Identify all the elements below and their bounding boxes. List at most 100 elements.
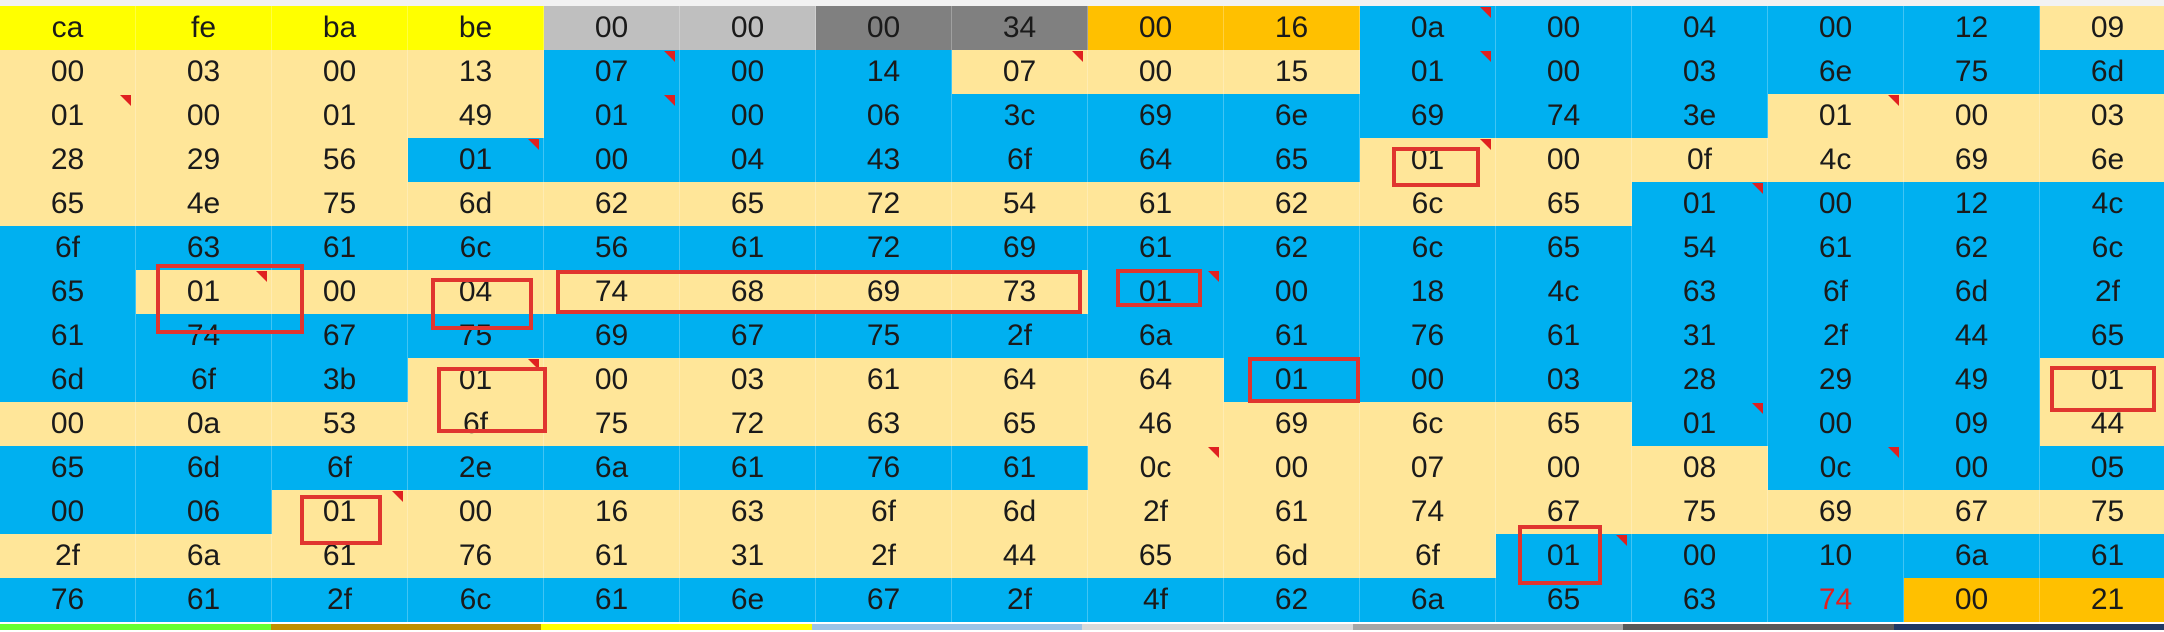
hex-cell[interactable]: 00	[1768, 182, 1904, 226]
hex-cell[interactable]: 28	[0, 138, 136, 182]
hex-cell[interactable]: 76	[816, 446, 952, 490]
hex-cell[interactable]: 6a	[136, 534, 272, 578]
hex-cell[interactable]: 65	[1224, 138, 1360, 182]
hex-cell[interactable]: 56	[544, 226, 680, 270]
hex-cell[interactable]: 00	[1496, 6, 1632, 50]
hex-cell[interactable]: 65	[952, 402, 1088, 446]
hex-cell[interactable]: 6e	[2040, 138, 2164, 182]
hex-cell[interactable]: 61	[816, 358, 952, 402]
hex-cell[interactable]: 54	[952, 182, 1088, 226]
hex-cell[interactable]: 34	[952, 6, 1088, 50]
hex-cell[interactable]: 03	[1632, 50, 1768, 94]
hex-cell[interactable]: 13	[408, 50, 544, 94]
hex-cell[interactable]: 00	[1496, 138, 1632, 182]
hex-cell[interactable]: 12	[1904, 182, 2040, 226]
hex-cell[interactable]: be	[408, 6, 544, 50]
hex-cell[interactable]: 62	[1224, 578, 1360, 622]
hex-cell[interactable]: 00	[408, 490, 544, 534]
hex-cell[interactable]: 31	[1632, 314, 1768, 358]
hex-cell[interactable]: fe	[136, 6, 272, 50]
hex-cell[interactable]: 07	[952, 50, 1088, 94]
hex-cell[interactable]: 01	[0, 94, 136, 138]
hex-cell[interactable]: 2f	[952, 578, 1088, 622]
hex-cell[interactable]: 4e	[136, 182, 272, 226]
hex-cell[interactable]: 00	[544, 138, 680, 182]
hex-cell[interactable]: 72	[816, 226, 952, 270]
hex-cell[interactable]: 01	[408, 358, 544, 402]
hex-cell[interactable]: 44	[2040, 402, 2164, 446]
hex-cell[interactable]: 69	[952, 226, 1088, 270]
hex-cell[interactable]: 08	[1632, 446, 1768, 490]
hex-cell[interactable]: 76	[0, 578, 136, 622]
hex-cell[interactable]: 16	[544, 490, 680, 534]
hex-cell[interactable]: 67	[1904, 490, 2040, 534]
hex-cell[interactable]: 43	[816, 138, 952, 182]
hex-cell[interactable]: 00	[136, 94, 272, 138]
hex-cell[interactable]: 6f	[408, 402, 544, 446]
hex-cell[interactable]: 69	[544, 314, 680, 358]
hex-cell[interactable]: 28	[1632, 358, 1768, 402]
hex-cell[interactable]: 69	[1088, 94, 1224, 138]
hex-cell[interactable]: 61	[0, 314, 136, 358]
hex-cell[interactable]: 56	[272, 138, 408, 182]
hex-cell[interactable]: 65	[0, 446, 136, 490]
hex-cell[interactable]: 75	[816, 314, 952, 358]
hex-cell[interactable]: 67	[1496, 490, 1632, 534]
hex-cell[interactable]: 01	[1496, 534, 1632, 578]
hex-cell[interactable]: 04	[408, 270, 544, 314]
hex-cell[interactable]: 61	[136, 578, 272, 622]
hex-cell[interactable]: 75	[544, 402, 680, 446]
hex-cell[interactable]: 62	[1224, 226, 1360, 270]
hex-cell[interactable]: 01	[1632, 182, 1768, 226]
hex-cell[interactable]: 61	[1088, 182, 1224, 226]
hex-cell[interactable]: 65	[680, 182, 816, 226]
hex-cell[interactable]: 00	[1088, 6, 1224, 50]
hex-cell[interactable]: 6f	[816, 490, 952, 534]
hex-cell[interactable]: 76	[1360, 314, 1496, 358]
hex-cell[interactable]: 03	[2040, 94, 2164, 138]
hex-cell[interactable]: 65	[1088, 534, 1224, 578]
hex-cell[interactable]: 75	[1904, 50, 2040, 94]
hex-cell[interactable]: 00	[1768, 402, 1904, 446]
hex-cell[interactable]: 0a	[136, 402, 272, 446]
hex-cell[interactable]: 61	[680, 226, 816, 270]
hex-cell[interactable]: 03	[680, 358, 816, 402]
hex-cell[interactable]: 6f	[0, 226, 136, 270]
hex-cell[interactable]: 64	[1088, 138, 1224, 182]
hex-cell[interactable]: 00	[1496, 446, 1632, 490]
hex-cell[interactable]: 6d	[2040, 50, 2164, 94]
hex-cell[interactable]: 01	[2040, 358, 2164, 402]
hex-cell[interactable]: 04	[1632, 6, 1768, 50]
hex-cell[interactable]: 61	[272, 534, 408, 578]
hex-cell[interactable]: 6e	[680, 578, 816, 622]
hex-cell[interactable]: 6a	[1088, 314, 1224, 358]
hex-cell[interactable]: 69	[1224, 402, 1360, 446]
hex-cell[interactable]: 21	[2040, 578, 2164, 622]
hex-cell[interactable]: 0c	[1768, 446, 1904, 490]
hex-cell[interactable]: 6d	[1904, 270, 2040, 314]
hex-cell[interactable]: 12	[1904, 6, 2040, 50]
hex-cell[interactable]: 53	[272, 402, 408, 446]
hex-cell[interactable]: 00	[1904, 94, 2040, 138]
hex-cell[interactable]: 01	[1632, 402, 1768, 446]
hex-cell[interactable]: 01	[272, 490, 408, 534]
hex-cell[interactable]: 75	[272, 182, 408, 226]
hex-cell[interactable]: 69	[1904, 138, 2040, 182]
hex-cell[interactable]: 2e	[408, 446, 544, 490]
hex-cell[interactable]: 65	[1496, 182, 1632, 226]
hex-cell[interactable]: 4c	[1768, 138, 1904, 182]
hex-cell[interactable]: 4f	[1088, 578, 1224, 622]
hex-cell[interactable]: 63	[680, 490, 816, 534]
hex-cell[interactable]: 00	[1904, 578, 2040, 622]
hex-cell[interactable]: 6f	[952, 138, 1088, 182]
hex-cell[interactable]: 00	[1904, 446, 2040, 490]
hex-cell[interactable]: 06	[816, 94, 952, 138]
hex-cell[interactable]: 65	[0, 270, 136, 314]
hex-cell[interactable]: 01	[1360, 138, 1496, 182]
hex-cell[interactable]: 63	[1632, 270, 1768, 314]
hex-cell[interactable]: 76	[408, 534, 544, 578]
hex-cell[interactable]: 29	[136, 138, 272, 182]
hex-cell[interactable]: 63	[816, 402, 952, 446]
hex-cell[interactable]: 03	[136, 50, 272, 94]
hex-cell[interactable]: 65	[1496, 578, 1632, 622]
